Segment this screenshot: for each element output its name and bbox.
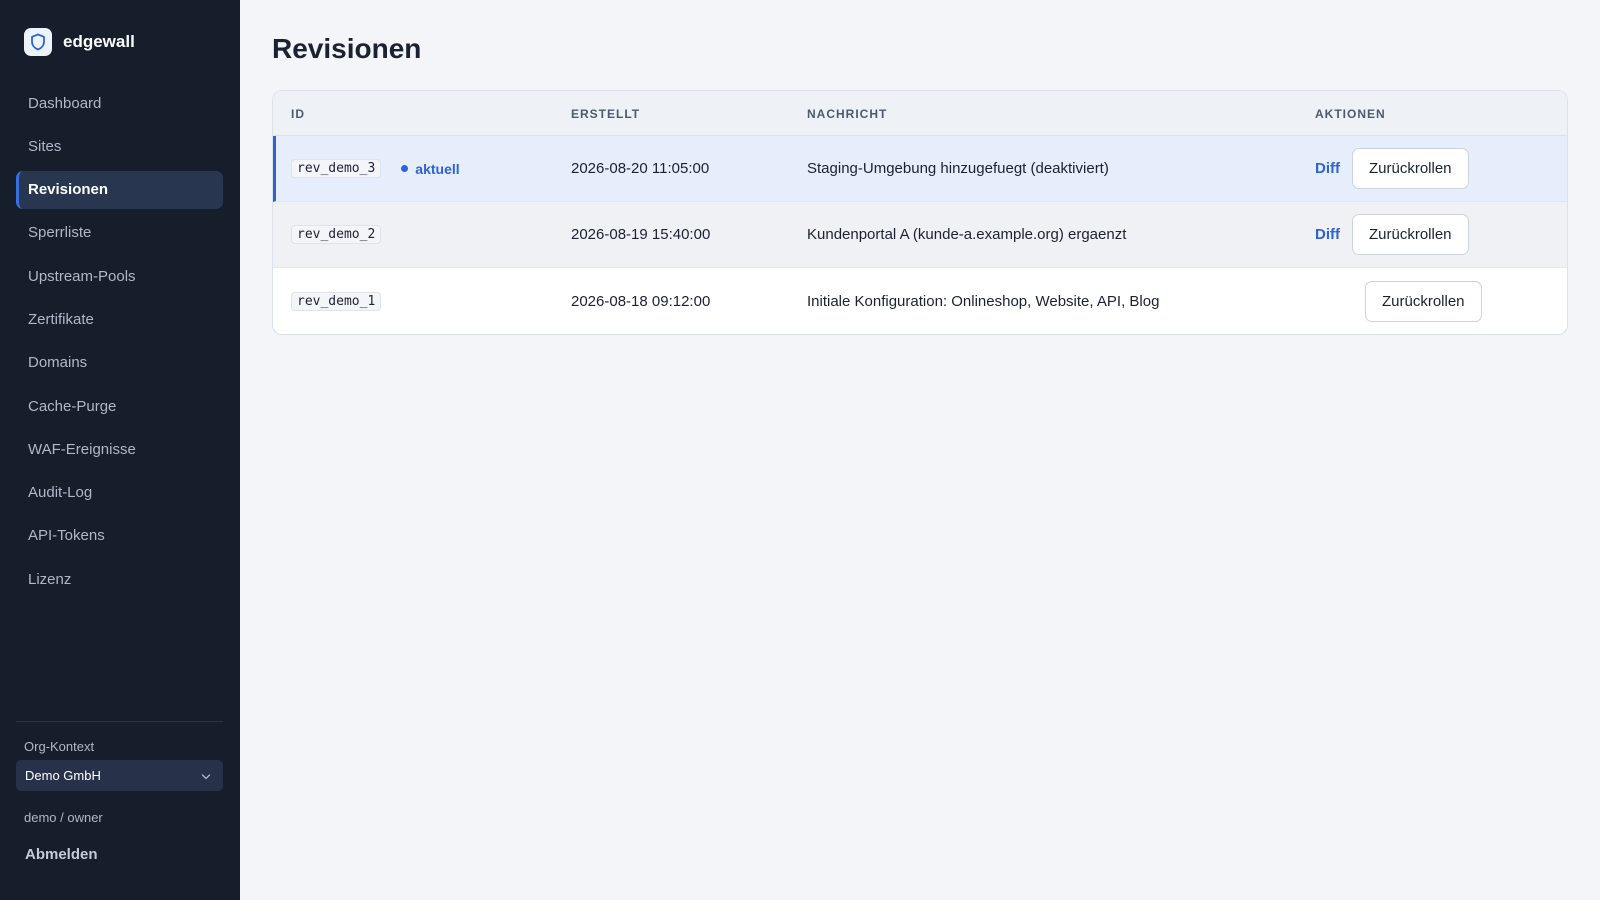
sidebar-item-revisionen[interactable]: Revisionen xyxy=(16,170,223,209)
logout-button[interactable]: Abmelden xyxy=(25,846,98,863)
sidebar-item-sites[interactable]: Sites xyxy=(16,127,223,165)
sidebar-item-api-tokens[interactable]: API-Tokens xyxy=(16,517,223,555)
column-header-message: NACHRICHT xyxy=(807,107,888,121)
actions-cell: Zurückrollen xyxy=(1365,268,1482,334)
current-badge: aktuell xyxy=(401,160,460,177)
sidebar-item-domains[interactable]: Domains xyxy=(16,344,223,382)
shield-icon xyxy=(24,28,52,56)
chevron-down-icon xyxy=(201,768,211,783)
created-cell: 2026-08-19 15:40:00 xyxy=(571,226,711,243)
sidebar-item-sperrliste[interactable]: Sperrliste xyxy=(16,214,223,252)
current-user: demo / owner xyxy=(24,810,103,825)
revision-id: rev_demo_1 xyxy=(291,291,382,311)
table-header: ID ERSTELLT NACHRICHT AKTIONEN xyxy=(273,91,1567,136)
diff-link[interactable]: Diff xyxy=(1315,226,1340,243)
sidebar-item-audit-log[interactable]: Audit-Log xyxy=(16,474,223,512)
sidebar-item-waf-ereignisse[interactable]: WAF-Ereignisse xyxy=(16,430,223,468)
org-context-value: Demo GmbH xyxy=(25,768,101,783)
revision-id-cell: rev_demo_1 xyxy=(291,268,382,334)
sidebar-item-zertifikate[interactable]: Zertifikate xyxy=(16,300,223,338)
rollback-button[interactable]: Zurückrollen xyxy=(1365,280,1482,322)
table-row: rev_demo_3 aktuell 2026-08-20 11:05:00 S… xyxy=(273,136,1567,202)
brand-name: edgewall xyxy=(63,32,135,51)
sidebar-item-dashboard[interactable]: Dashboard xyxy=(16,84,223,122)
org-context-label: Org-Kontext xyxy=(24,739,95,754)
sidebar-item-upstream-pools[interactable]: Upstream-Pools xyxy=(16,257,223,295)
actions-cell: Diff Zurückrollen xyxy=(1315,136,1469,201)
sidebar-nav: Dashboard Sites Revisionen Sperrliste Up… xyxy=(16,84,223,604)
revision-id: rev_demo_3 xyxy=(291,159,382,178)
revisions-table: ID ERSTELLT NACHRICHT AKTIONEN rev_demo_… xyxy=(272,90,1568,335)
diff-link[interactable]: Diff xyxy=(1315,160,1340,177)
message-cell: Initiale Konfiguration: Onlineshop, Webs… xyxy=(807,292,1160,310)
message-cell: Kundenportal A (kunde-a.example.org) erg… xyxy=(807,226,1127,243)
actions-cell: Diff Zurückrollen xyxy=(1315,202,1469,267)
sidebar-item-lizenz[interactable]: Lizenz xyxy=(16,560,223,598)
org-context-select[interactable]: Demo GmbH xyxy=(16,760,223,791)
sidebar-divider xyxy=(16,721,223,722)
revision-id-cell: rev_demo_3 aktuell xyxy=(291,136,460,201)
current-badge-label: aktuell xyxy=(415,160,460,177)
rollback-button[interactable]: Zurückrollen xyxy=(1352,214,1469,255)
table-row: rev_demo_2 2026-08-19 15:40:00 Kundenpor… xyxy=(273,202,1567,268)
sidebar: edgewall Dashboard Sites Revisionen Sper… xyxy=(0,0,240,900)
message-cell: Staging-Umgebung hinzugefuegt (deaktivie… xyxy=(807,160,1109,177)
rollback-button[interactable]: Zurückrollen xyxy=(1352,148,1469,189)
page-title: Revisionen xyxy=(272,33,422,64)
sidebar-item-cache-purge[interactable]: Cache-Purge xyxy=(16,387,223,425)
column-header-created: ERSTELLT xyxy=(571,107,641,121)
table-row: rev_demo_1 2026-08-18 09:12:00 Initiale … xyxy=(273,268,1567,334)
column-header-actions: AKTIONEN xyxy=(1315,107,1386,121)
created-cell: 2026-08-18 09:12:00 xyxy=(571,292,711,310)
status-dot-icon xyxy=(401,165,409,172)
revision-id-cell: rev_demo_2 xyxy=(291,202,382,267)
revision-id: rev_demo_2 xyxy=(291,225,382,244)
created-cell: 2026-08-20 11:05:00 xyxy=(571,160,710,177)
column-header-id: ID xyxy=(291,107,305,121)
brand[interactable]: edgewall xyxy=(24,28,135,56)
